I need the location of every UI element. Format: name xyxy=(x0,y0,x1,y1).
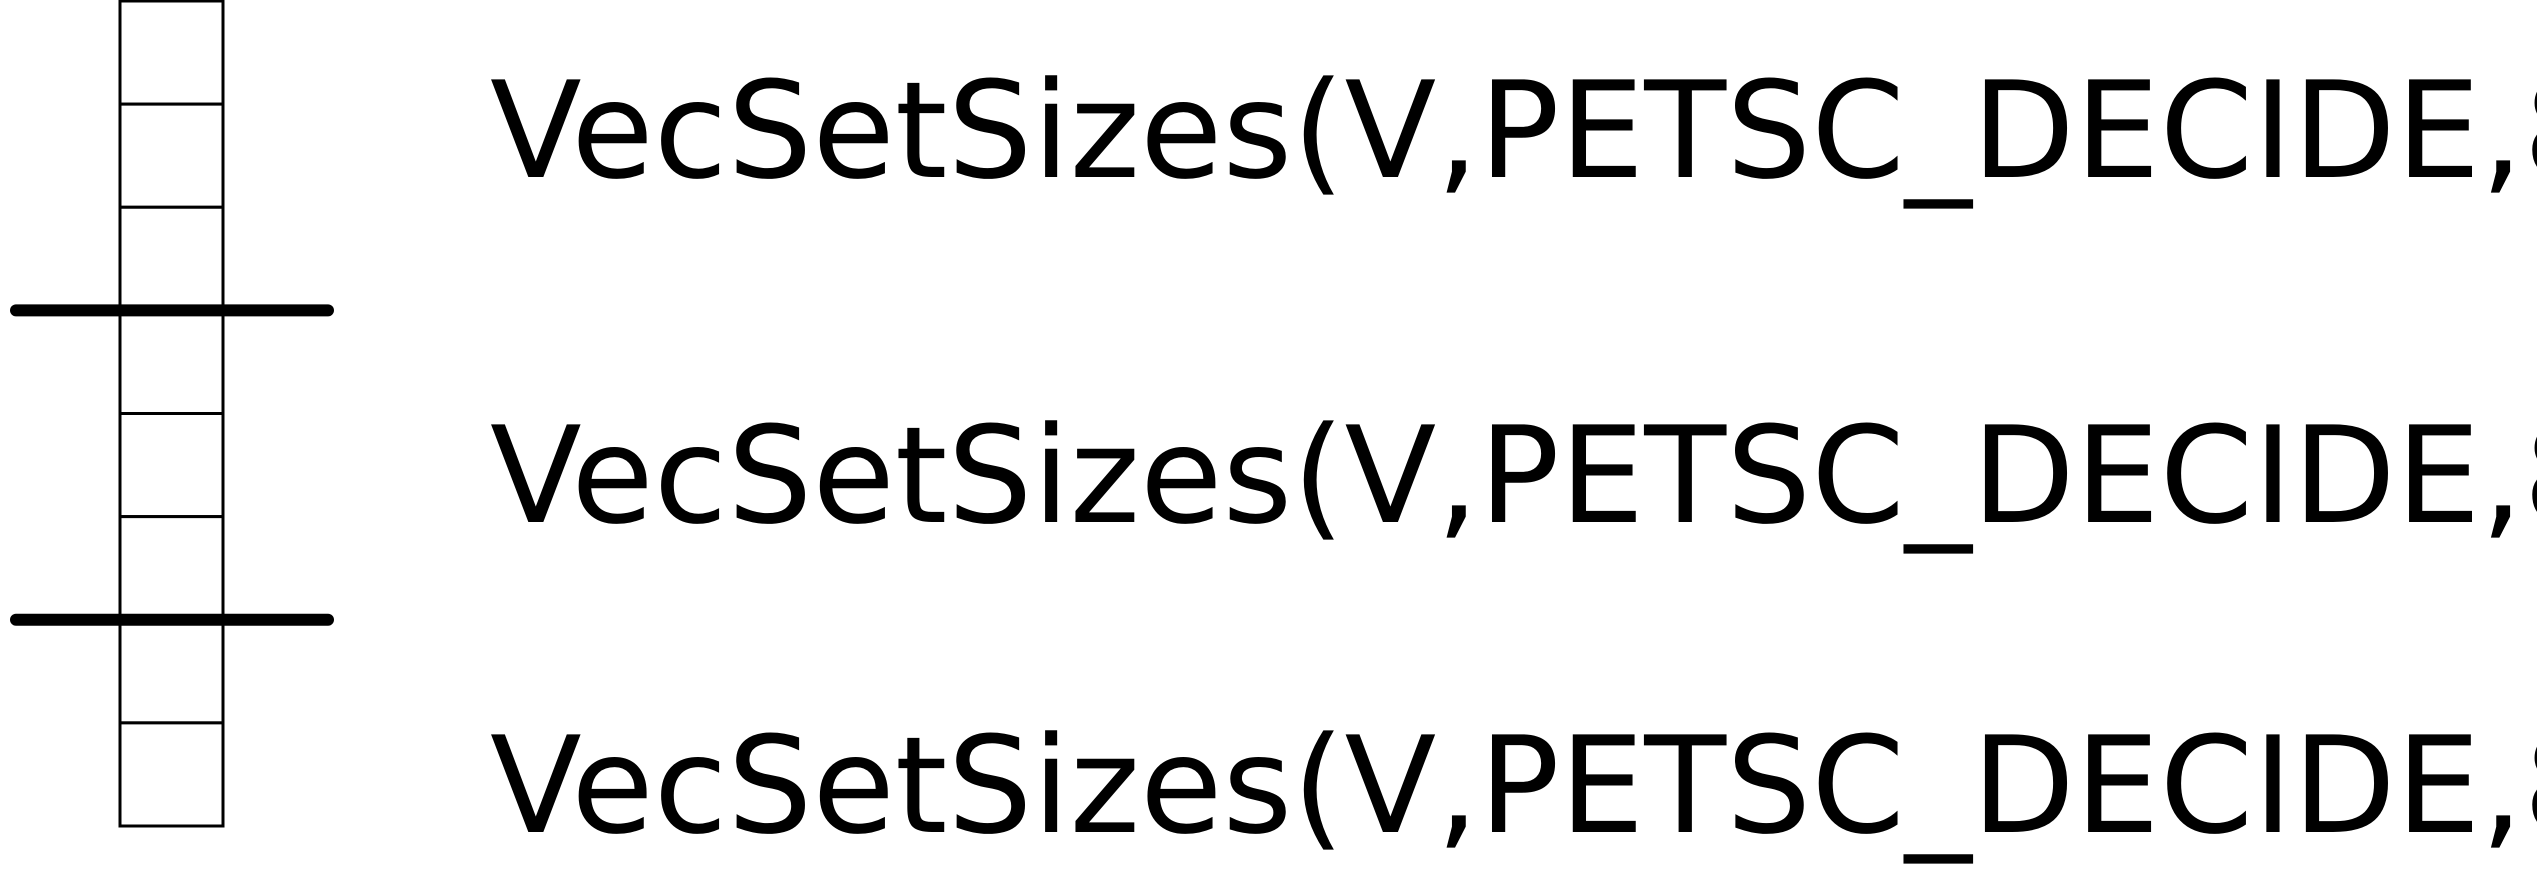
vector-cell xyxy=(118,721,225,828)
process-calls: VecSetSizes(V,PETSC_DECIDE,8) VecSetSize… xyxy=(490,53,2537,864)
vector-cell xyxy=(118,515,225,622)
vector-partition-diagram: VecSetSizes(V,PETSC_DECIDE,8) VecSetSize… xyxy=(10,0,2537,864)
vector-cell xyxy=(118,0,225,106)
vector-cell xyxy=(118,102,225,209)
vector-cell xyxy=(118,618,225,725)
vector-cells xyxy=(118,0,225,828)
vector-cell xyxy=(118,308,225,415)
process-1-call: VecSetSizes(V,PETSC_DECIDE,8) xyxy=(490,398,2537,554)
process-2-call: VecSetSizes(V,PETSC_DECIDE,8) xyxy=(490,708,2537,864)
process-0-call: VecSetSizes(V,PETSC_DECIDE,8) xyxy=(490,53,2537,209)
vector-cell xyxy=(118,412,225,519)
vector-cell xyxy=(118,205,225,312)
